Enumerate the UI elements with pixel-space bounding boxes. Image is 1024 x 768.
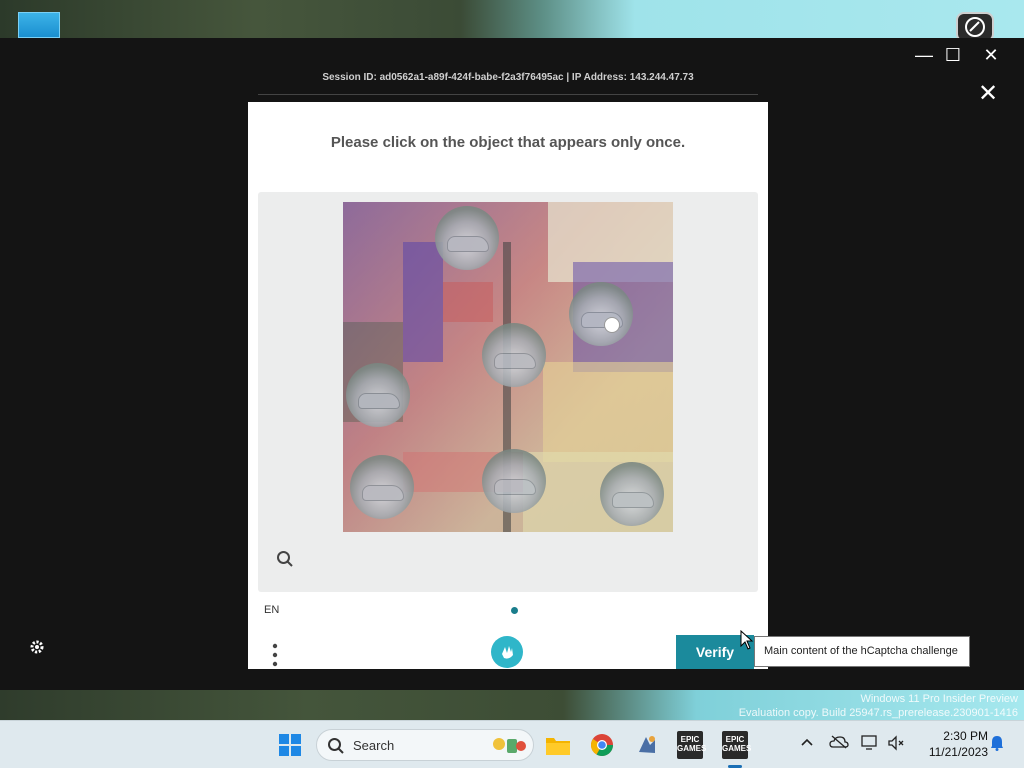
search-label: Search <box>353 738 395 753</box>
maximize-button[interactable]: ☐ <box>938 44 968 66</box>
epic-games-active-icon[interactable]: EPIC GAMES <box>719 729 751 761</box>
settings-gear-icon[interactable] <box>26 638 48 660</box>
desktop-background-top <box>0 0 1024 42</box>
file-explorer-icon[interactable] <box>542 729 574 761</box>
selection-marker <box>604 317 620 333</box>
notification-bell-icon[interactable] <box>986 735 1008 755</box>
divider <box>258 94 758 95</box>
start-button[interactable] <box>278 733 302 757</box>
system-clock[interactable]: 2:30 PM 11/21/2023 <box>918 728 988 760</box>
clock-date: 11/21/2023 <box>928 745 988 759</box>
epic-games-icon[interactable]: EPIC GAMES <box>674 729 706 761</box>
chevron-up-icon[interactable] <box>796 735 818 755</box>
display-icon[interactable] <box>859 735 881 755</box>
hcaptcha-challenge: Please click on the object that appears … <box>248 102 768 669</box>
minimize-button[interactable]: — <box>909 44 939 66</box>
tooltip: Main content of the hCaptcha challenge <box>754 636 970 667</box>
taskbar-search[interactable]: Search <box>316 729 534 761</box>
car-object[interactable] <box>482 323 546 387</box>
epic-games-active-label: EPIC GAMES <box>722 731 751 759</box>
watermark-line-1: Windows 11 Pro Insider Preview <box>860 693 1018 705</box>
zoom-icon[interactable] <box>276 550 298 572</box>
hcaptcha-logo-icon <box>491 636 523 668</box>
challenge-area <box>258 192 758 592</box>
language-selector[interactable]: EN <box>264 604 279 616</box>
page-indicator <box>511 607 518 614</box>
challenge-image[interactable] <box>343 202 673 532</box>
volume-muted-icon[interactable] <box>885 735 907 755</box>
epic-games-label: EPIC GAMES <box>677 731 706 759</box>
app-launcher-icon[interactable] <box>631 729 663 761</box>
car-object[interactable] <box>350 455 414 519</box>
taskbar: Search EPIC GAMES EPIC GAMES 2:30 PM 11/… <box>0 720 1024 768</box>
watermark-line-2: Evaluation copy. Build 25947.rs_prerelea… <box>738 707 1018 719</box>
car-object[interactable] <box>569 282 633 346</box>
car-object[interactable] <box>600 462 664 526</box>
search-icon <box>328 738 344 754</box>
desktop-folder-icon[interactable] <box>18 12 60 38</box>
car-object[interactable] <box>346 363 410 427</box>
mouse-pointer-icon <box>740 630 754 650</box>
search-highlight-icon <box>493 738 526 753</box>
windows-watermark: Windows 11 Pro Insider Preview Evaluatio… <box>739 692 1018 720</box>
onedrive-offline-icon[interactable] <box>828 735 850 755</box>
dialog-close-button[interactable]: ✕ <box>974 80 1002 108</box>
menu-icon[interactable] <box>270 642 280 668</box>
car-object[interactable] <box>435 206 499 270</box>
clock-time: 2:30 PM <box>943 729 988 743</box>
challenge-prompt: Please click on the object that appears … <box>330 134 686 151</box>
window-close-button[interactable]: ✕ <box>976 44 1006 66</box>
car-object[interactable] <box>482 449 546 513</box>
session-info: Session ID: ad0562a1-a89f-424f-babe-f2a3… <box>322 72 694 83</box>
chrome-icon[interactable] <box>586 729 618 761</box>
